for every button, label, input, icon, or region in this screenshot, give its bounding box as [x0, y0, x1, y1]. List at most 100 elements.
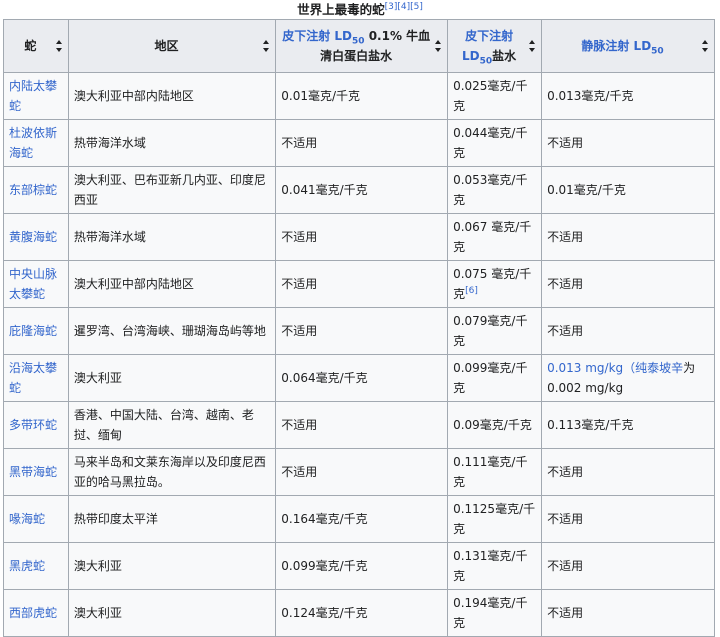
- sc-bsa-cell: 不适用: [275, 307, 449, 355]
- sc-saline-cell: 0.1125毫克/千克: [447, 495, 543, 543]
- sc-saline-cell: 0.025毫克/千克: [447, 72, 543, 120]
- region-cell: 澳大利亚: [67, 589, 277, 637]
- sort-icon[interactable]: [702, 40, 709, 52]
- snake-cell: 喙海蛇: [3, 495, 69, 543]
- taipoxin-link[interactable]: 0.013 mg/kg（纯泰坡辛: [547, 361, 683, 375]
- header-sc-saline[interactable]: 皮下注射 LD50盐水: [447, 19, 543, 73]
- header-snake[interactable]: 蛇: [3, 19, 69, 73]
- venom-table: 蛇 地区 皮下注射 LD50 0.1% 牛血清白蛋白盐水 皮下注射 LD50盐水…: [3, 19, 715, 637]
- sc-bsa-cell: 不适用: [275, 260, 449, 308]
- ld50-link[interactable]: 静脉注射 LD50: [581, 39, 664, 57]
- region-cell: 澳大利亚中部内陆地区: [67, 260, 277, 308]
- region-cell: 马来半岛和文莱东海岸以及印度尼西亚的哈马黑拉岛。: [67, 448, 277, 496]
- snake-link[interactable]: 中央山脉太攀蛇: [9, 267, 57, 301]
- sc-saline-cell: 0.053毫克/千克: [447, 166, 543, 214]
- sc-bsa-cell: 0.164毫克/千克: [275, 495, 449, 543]
- snake-link[interactable]: 内陆太攀蛇: [9, 79, 57, 113]
- region-cell: 暹罗湾、台湾海峡、珊瑚海岛屿等地: [67, 307, 277, 355]
- snake-cell: 杜波依斯海蛇: [3, 119, 69, 167]
- region-cell: 澳大利亚: [67, 542, 277, 590]
- sc-saline-cell: 0.194毫克/千克: [447, 589, 543, 637]
- ld50-link[interactable]: 皮下注射 LD50: [282, 29, 365, 47]
- snake-cell: 多带环蛇: [3, 401, 69, 449]
- table-row: 内陆太攀蛇 澳大利亚中部内陆地区 0.01毫克/千克 0.025毫克/千克 0.…: [3, 72, 715, 120]
- header-sc-bsa[interactable]: 皮下注射 LD50 0.1% 牛血清白蛋白盐水: [275, 19, 449, 73]
- iv-cell: 0.01毫克/千克: [541, 166, 715, 214]
- region-cell: 澳大利亚中部内陆地区: [67, 72, 277, 120]
- sort-icon[interactable]: [529, 40, 536, 52]
- header-iv[interactable]: 静脉注射 LD50: [541, 19, 715, 73]
- iv-cell: 不适用: [541, 589, 715, 637]
- sc-bsa-cell: 0.124毫克/千克: [275, 589, 449, 637]
- sc-saline-cell: 0.044毫克/千克: [447, 119, 543, 167]
- snake-link[interactable]: 东部棕蛇: [9, 183, 57, 197]
- sc-bsa-cell: 不适用: [275, 448, 449, 496]
- snake-link[interactable]: 杜波依斯海蛇: [9, 126, 57, 160]
- region-cell: 热带印度太平洋: [67, 495, 277, 543]
- sc-bsa-cell: 0.041毫克/千克: [275, 166, 449, 214]
- snake-cell: 黑带海蛇: [3, 448, 69, 496]
- sc-saline-cell: 0.099毫克/千克: [447, 354, 543, 402]
- header-sc-saline-rest: 盐水: [492, 49, 517, 63]
- iv-cell: 不适用: [541, 307, 715, 355]
- header-snake-label: 蛇: [24, 39, 37, 53]
- ld50-subscript: 50: [479, 56, 493, 67]
- sc-saline-cell: 0.075 毫克/千克[6]: [447, 260, 543, 308]
- snake-link[interactable]: 沿海太攀蛇: [9, 361, 57, 395]
- snake-link[interactable]: 黑虎蛇: [9, 559, 45, 573]
- iv-cell: 不适用: [541, 542, 715, 590]
- ref-link[interactable]: [5]: [410, 2, 423, 12]
- region-cell: 澳大利亚: [67, 354, 277, 402]
- table-row: 黄腹海蛇 热带海洋水域 不适用 0.067 毫克/千克 不适用: [3, 213, 715, 261]
- sc-saline-cell: 0.079毫克/千克: [447, 307, 543, 355]
- sc-bsa-cell: 不适用: [275, 213, 449, 261]
- table-row: 黑虎蛇 澳大利亚 0.099毫克/千克 0.131毫克/千克 不适用: [3, 542, 715, 590]
- sc-bsa-cell: 0.064毫克/千克: [275, 354, 449, 402]
- iv-cell: 不适用: [541, 448, 715, 496]
- iv-cell: 0.013 mg/kg（纯泰坡辛为0.002 mg/kg: [541, 354, 715, 402]
- sc-saline-cell: 0.131毫克/千克: [447, 542, 543, 590]
- snake-cell: 东部棕蛇: [3, 166, 69, 214]
- table-row: 庇隆海蛇 暹罗湾、台湾海峡、珊瑚海岛屿等地 不适用 0.079毫克/千克 不适用: [3, 307, 715, 355]
- sc-bsa-cell: 不适用: [275, 401, 449, 449]
- iv-cell: 不适用: [541, 495, 715, 543]
- region-cell: 澳大利亚、巴布亚新几内亚、印度尼西亚: [67, 166, 277, 214]
- sort-icon[interactable]: [55, 40, 63, 52]
- sort-icon[interactable]: [263, 40, 270, 52]
- table-row: 西部虎蛇 澳大利亚 0.124毫克/千克 0.194毫克/千克 不适用: [3, 589, 715, 637]
- ld50-subscript: 50: [351, 36, 365, 47]
- snake-cell: 沿海太攀蛇: [3, 354, 69, 402]
- snake-cell: 黑虎蛇: [3, 542, 69, 590]
- table-row: 东部棕蛇 澳大利亚、巴布亚新几内亚、印度尼西亚 0.041毫克/千克 0.053…: [3, 166, 715, 214]
- iv-cell: 不适用: [541, 260, 715, 308]
- snake-link[interactable]: 喙海蛇: [9, 512, 45, 526]
- snake-cell: 中央山脉太攀蛇: [3, 260, 69, 308]
- sc-bsa-cell: 0.099毫克/千克: [275, 542, 449, 590]
- region-cell: 热带海洋水域: [67, 119, 277, 167]
- table-row: 多带环蛇 香港、中国大陆、台湾、越南、老挝、缅甸 不适用 0.09毫克/千克 0…: [3, 401, 715, 449]
- snake-link[interactable]: 庇隆海蛇: [9, 324, 57, 338]
- ref-link[interactable]: [3]: [385, 2, 398, 12]
- table-row: 黑带海蛇 马来半岛和文莱东海岸以及印度尼西亚的哈马黑拉岛。 不适用 0.111毫…: [3, 448, 715, 496]
- ref-link[interactable]: [4]: [397, 2, 410, 12]
- sc-saline-cell: 0.111毫克/千克: [447, 448, 543, 496]
- snake-cell: 内陆太攀蛇: [3, 72, 69, 120]
- table-row: 沿海太攀蛇 澳大利亚 0.064毫克/千克 0.099毫克/千克 0.013 m…: [3, 354, 715, 402]
- table-row: 中央山脉太攀蛇 澳大利亚中部内陆地区 不适用 0.075 毫克/千克[6] 不适…: [3, 260, 715, 308]
- sc-bsa-cell: 不适用: [275, 119, 449, 167]
- sc-bsa-cell: 0.01毫克/千克: [275, 72, 449, 120]
- ld50-subscript: 50: [651, 46, 664, 57]
- header-region[interactable]: 地区: [67, 19, 277, 73]
- snake-cell: 西部虎蛇: [3, 589, 69, 637]
- caption-refs: [3][4][5]: [385, 2, 423, 12]
- table-row: 喙海蛇 热带印度太平洋 0.164毫克/千克 0.1125毫克/千克 不适用: [3, 495, 715, 543]
- header-row: 蛇 地区 皮下注射 LD50 0.1% 牛血清白蛋白盐水 皮下注射 LD50盐水…: [3, 19, 715, 73]
- snake-link[interactable]: 西部虎蛇: [9, 606, 57, 620]
- sc-saline-cell: 0.09毫克/千克: [447, 401, 543, 449]
- region-cell: 香港、中国大陆、台湾、越南、老挝、缅甸: [67, 401, 277, 449]
- snake-link[interactable]: 黑带海蛇: [9, 465, 57, 479]
- ref-link[interactable]: [6]: [465, 286, 478, 296]
- snake-link[interactable]: 黄腹海蛇: [9, 230, 57, 244]
- snake-link[interactable]: 多带环蛇: [9, 418, 57, 432]
- sort-icon[interactable]: [435, 40, 442, 52]
